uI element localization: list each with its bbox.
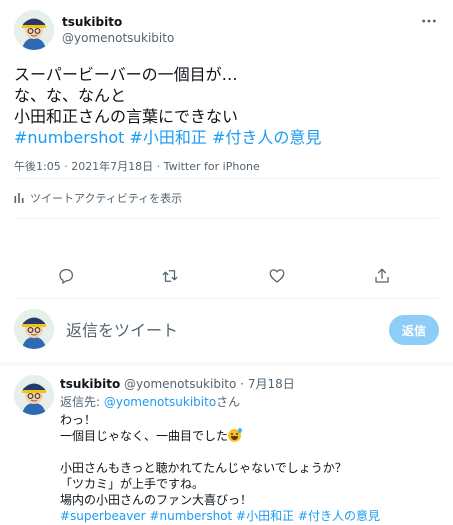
reply-button[interactable] [57, 267, 77, 287]
reply-input[interactable]: 返信をツイート [66, 317, 178, 341]
more-button[interactable] [419, 14, 439, 28]
ellipsis-icon [422, 19, 436, 23]
reply-tweet[interactable]: tsukibito @yomenotsukibito · 7月18日 返信先: … [14, 372, 444, 525]
tweet-date[interactable]: 7月18日 [248, 377, 295, 391]
avatar-icon [14, 375, 54, 415]
tweet-text-line: な、な、なんと [14, 86, 127, 105]
share-button[interactable] [373, 267, 393, 287]
divider [14, 178, 439, 179]
reply-text-line: わっ！ [60, 413, 97, 427]
main-tweet: tsukibito @yomenotsukibito スーパービーバーの一個目が… [0, 0, 453, 174]
separator-dot: · [240, 377, 244, 391]
tweet-activity-link[interactable]: ツイートアクティビティを表示 [14, 190, 182, 206]
display-name[interactable]: tsukibito [62, 14, 174, 30]
tweet-author: tsukibito @yomenotsukibito [14, 10, 439, 50]
reply-header: tsukibito @yomenotsukibito · 7月18日 [60, 376, 444, 392]
avatar[interactable] [14, 375, 54, 415]
replying-to-prefix: 返信先: [60, 395, 104, 409]
reply-text-line: 場内の小田さんのファン大喜びっ！ [60, 493, 253, 507]
tweet-actions [0, 262, 453, 292]
mention-link[interactable]: @yomenotsukibito [104, 395, 216, 409]
replying-to: 返信先: @yomenotsukibitoさん [60, 394, 444, 410]
reply-icon [59, 268, 74, 284]
avatar [14, 309, 54, 349]
reply-hashtags[interactable]: #superbeaver #numbershot #小田和正 #付き人の意見 [60, 508, 444, 524]
avatar-icon [14, 10, 54, 50]
divider [14, 298, 439, 299]
bar-chart-icon [14, 193, 24, 203]
replying-to-suffix: さん [216, 395, 241, 409]
tweet-text-line: 小田和正さんの言葉にできない [14, 107, 239, 126]
reply-text-line: 小田さんもきっと聴かれてたんじゃないでしょうか？ [60, 461, 347, 475]
reply-submit-button[interactable]: 返信 [389, 315, 439, 345]
handle[interactable]: @yomenotsukibito [124, 377, 236, 391]
tweet-text-line: スーパービーバーの一個目が… [14, 65, 238, 84]
reply-composer[interactable]: 返信をツイート 返信 [14, 308, 439, 350]
reply-text-line [60, 444, 444, 460]
tweet-hashtags[interactable]: #numbershot #小田和正 #付き人の意見 [14, 127, 439, 148]
tweet-text: スーパービーバーの一個目が… な、な、なんと 小田和正さんの言葉にできない #n… [14, 64, 439, 148]
tweet-meta[interactable]: 午後1:05 · 2021年7月18日 · Twitter for iPhone [14, 158, 439, 174]
reply-text-segment: 一個目じゃなく、一曲目でした [60, 429, 229, 443]
tweet-activity-label: ツイートアクティビティを表示 [30, 192, 183, 205]
divider [14, 218, 439, 219]
section-separator [0, 362, 453, 366]
reply-text-line: 一個目じゃなく、一曲目でした [60, 428, 444, 444]
sweat-smile-emoji-icon [228, 428, 243, 442]
reply-body: tsukibito @yomenotsukibito · 7月18日 返信先: … [60, 376, 444, 524]
handle[interactable]: @yomenotsukibito [62, 30, 174, 46]
retweet-icon [162, 270, 178, 282]
display-name[interactable]: tsukibito [60, 377, 120, 391]
share-icon [375, 268, 389, 283]
avatar[interactable] [14, 10, 54, 50]
like-icon [269, 269, 285, 283]
reply-text-line: 「ツカミ」が上手ですね。 [60, 477, 205, 491]
reply-text: わっ！ 一個目じゃなく、一曲目でした 小田さんもきっと聴かれてたんじゃないでしょ… [60, 412, 444, 524]
like-button[interactable] [268, 267, 288, 287]
retweet-button[interactable] [161, 267, 181, 287]
avatar-icon [14, 309, 54, 349]
